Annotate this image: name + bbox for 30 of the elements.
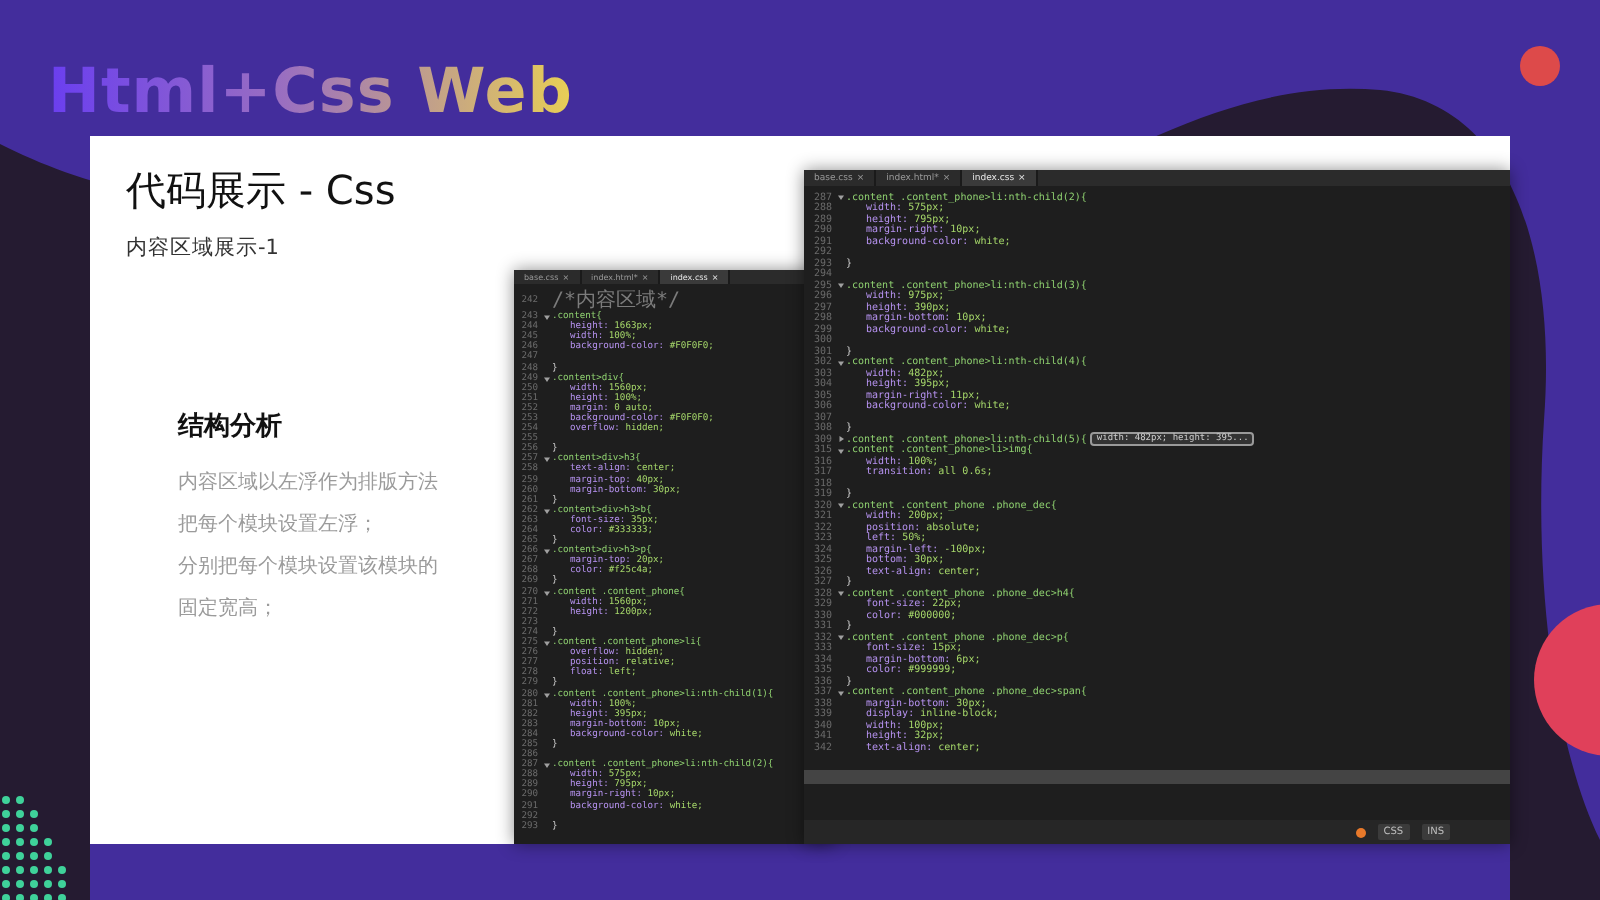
fold-arrow-icon[interactable]: [544, 314, 550, 321]
fold-arrow-icon[interactable]: [838, 282, 844, 289]
fold-arrow-icon[interactable]: [544, 456, 550, 463]
fold-arrow-icon[interactable]: [544, 691, 550, 698]
circle-decoration: [1520, 46, 1560, 86]
fold-arrow-icon[interactable]: [838, 590, 844, 597]
description-text: 分别把每个模块设置该模块的: [178, 553, 438, 582]
horizontal-scrollbar[interactable]: [804, 770, 1510, 784]
fold-arrow-icon[interactable]: [838, 359, 844, 366]
fold-arrow-icon[interactable]: [838, 689, 844, 696]
code-line: /*内容区域*/: [552, 290, 681, 312]
slide-heading: 代码展示 - Css: [126, 164, 396, 218]
fold-arrow-icon[interactable]: [838, 634, 844, 641]
fold-arrow-icon[interactable]: [838, 502, 844, 509]
section-heading: 结构分析: [178, 410, 282, 444]
status-circle-icon: [1355, 827, 1366, 837]
fold-arrow-icon[interactable]: [838, 447, 844, 454]
description-text: 把每个模块设置左浮；: [178, 511, 378, 540]
slide-subtitle: 内容区域展示-1: [126, 234, 281, 262]
fold-arrow-icon[interactable]: [838, 436, 844, 443]
dot-pattern: [2, 796, 66, 900]
description-text: 内容区域以左浮作为排版方法: [178, 469, 438, 498]
fold-arrow-icon[interactable]: [838, 194, 844, 201]
fold-arrow-icon[interactable]: [544, 507, 550, 514]
description-text: 固定宽高；: [178, 595, 278, 624]
fold-arrow-icon[interactable]: [544, 375, 550, 382]
fold-arrow-icon[interactable]: [544, 762, 550, 769]
fold-arrow-icon[interactable]: [544, 640, 550, 647]
fold-arrow-icon[interactable]: [544, 589, 550, 596]
fold-arrow-icon[interactable]: [544, 548, 550, 555]
